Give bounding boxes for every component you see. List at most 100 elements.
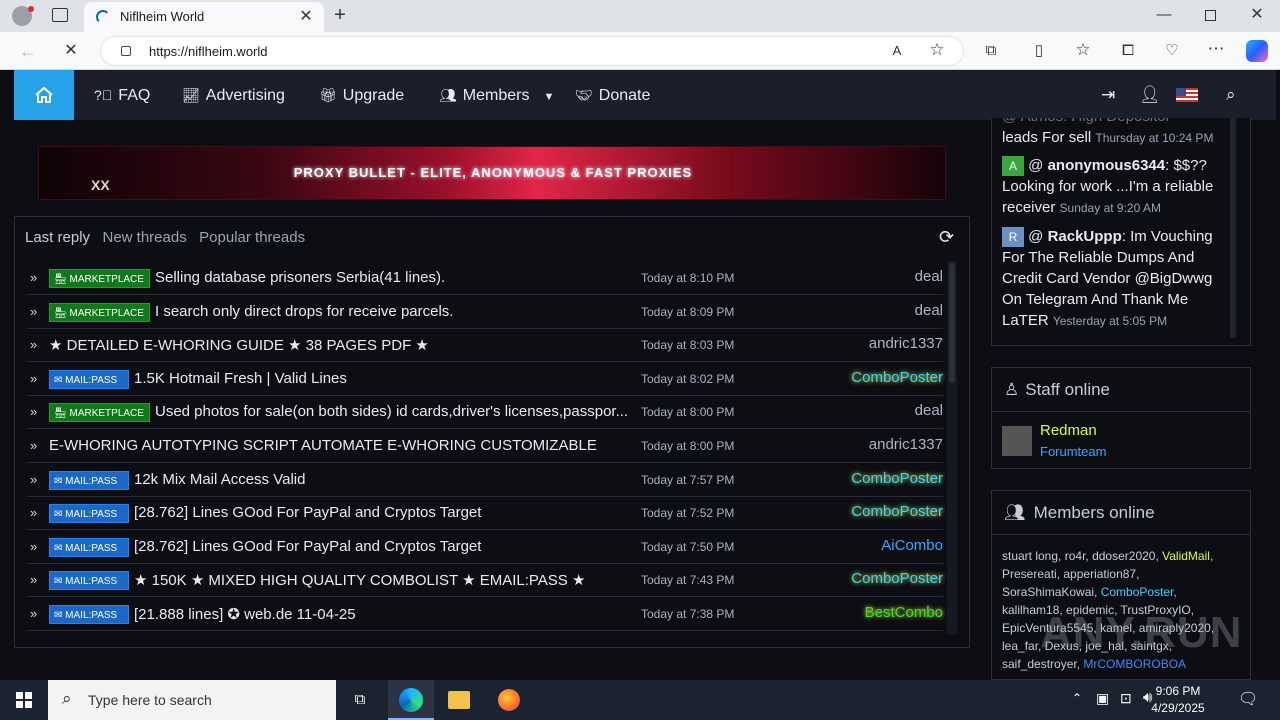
more-options-icon[interactable]: ⋯ [1206,39,1226,59]
thread-user[interactable]: ComboPoster [851,570,943,587]
login-icon[interactable]: ⇥ [1101,70,1115,120]
favorite-star-icon[interactable]: ☆ [927,40,947,60]
table-row[interactable]: » 🏪︎ MARKETPLACE Used photos for sale(on b… [27,395,943,430]
thread-user[interactable]: BestCombo [865,604,943,621]
url-text[interactable]: https://niflheim.world [149,44,268,59]
tab-last-reply[interactable]: Last reply [25,229,90,246]
thread-title[interactable]: [28.762] Lines GOod For PayPal and Crypt… [134,538,639,555]
thread-title[interactable]: 12k Mix Mail Access Valid [134,471,639,488]
extensions-icon[interactable]: ⧉ [981,41,1001,61]
nav-members[interactable]: 👥︎ Members ▼ [439,70,554,120]
thread-user[interactable]: ComboPoster [851,369,943,386]
member-name[interactable]: lea_far [1002,639,1038,653]
table-row[interactable]: » 🏪︎ MARKETPLACE I search only direct drop… [27,295,943,329]
table-row[interactable]: » ✉︎ MAIL:PASS ★ 150K ★ MIXED HIGH QUALITY… [27,563,943,598]
avatar[interactable]: R [1002,227,1024,248]
url-bar[interactable]: https://niflheim.world A ☆ [100,36,964,66]
table-row[interactable]: » ✉︎ MAIL:PASS [28.762] Lines GOod For Pay… [27,496,943,531]
table-row[interactable]: » ✉︎ MAIL:PASS 1.5K Hotmail Fresh | Valid … [27,362,943,396]
member-name[interactable]: saif_destroyer [1002,657,1077,671]
close-tab-icon[interactable]: ✕ [296,7,316,27]
table-row[interactable]: » 🏪︎ MARKETPLACE Selling database prisoner… [27,261,943,295]
edge-icon[interactable] [388,680,434,720]
loading-spinner-icon [96,10,110,24]
task-view-icon[interactable]: ⧉ [350,690,370,710]
member-name[interactable]: Presereati [1002,567,1057,581]
new-tab-icon[interactable]: + [330,5,350,25]
table-row[interactable]: » ★ DETAILED E-WHORING GUIDE ★ 38 PAGES P… [27,328,943,363]
member-name[interactable]: ddoser2020 [1092,549,1155,563]
taskbar-clock[interactable]: 9:06 PM 4/29/2025 [1140,683,1216,717]
shout-user[interactable]: anonymous6344 [1048,157,1166,174]
home-button[interactable] [14,70,74,120]
shoutbox-scrollbar[interactable] [1230,118,1236,338]
member-name[interactable]: ro4r [1065,549,1086,563]
member-name[interactable]: stuart long [1002,549,1058,563]
thread-title[interactable]: Used photos for sale(on both sides) id c… [155,403,639,420]
search-icon[interactable]: ⌕ [1226,70,1236,120]
refresh-icon[interactable]: ⟳ [939,227,954,248]
avatar[interactable] [1002,426,1032,456]
shout-user[interactable]: RackUppp [1048,228,1122,245]
ad-banner[interactable]: PROXY BULLET - ELITE, ANONYMOUS & FAST P… [38,146,946,200]
back-icon[interactable]: ← [18,41,38,61]
register-icon[interactable]: 👤︎ [1139,70,1161,120]
member-name[interactable]: MrCOMBOROBOA [1083,657,1186,671]
thread-title[interactable]: I search only direct drops for receive p… [155,303,639,320]
thread-user[interactable]: deal [915,268,943,285]
thread-user[interactable]: AiCombo [881,537,943,554]
read-aloud-icon[interactable]: A [887,41,907,61]
thread-title[interactable]: [21.888 lines] ✪ web.de 11-04-25 [134,605,639,623]
restore-icon[interactable] [1205,10,1216,21]
thread-title[interactable]: ★ 150K ★ MIXED HIGH QUALITY COMBOLIST ★ … [134,571,639,589]
file-explorer-icon[interactable] [448,691,470,709]
nav-upgrade[interactable]: 🎁︎ Upgrade [319,70,404,120]
thread-user[interactable]: deal [915,302,943,319]
split-screen-icon[interactable]: ▯ [1029,41,1049,61]
nav-donate[interactable]: 🤝︎ Donate [575,70,650,120]
thread-title[interactable]: E-WHORING AUTOTYPING SCRIPT AUTOMATE E-W… [49,437,639,454]
table-row[interactable]: » ✉︎ MAIL:PASS [21.888 lines] ✪ web.de 11-… [27,597,943,631]
avatar[interactable]: A [1002,156,1024,177]
table-row[interactable]: » ✉︎ MAIL:PASS 12k Mix Mail Access Valid To… [27,463,943,497]
thread-title[interactable]: [28.762] Lines GOod For PayPal and Crypt… [134,504,639,521]
member-name[interactable]: ComboPoster [1101,585,1174,599]
thread-user[interactable]: ComboPoster [851,470,943,487]
stop-loading-icon[interactable]: ✕ [61,41,81,61]
tray-device-icon[interactable]: ▣ [1096,690,1109,707]
thread-user[interactable]: deal [915,402,943,419]
nav-faq[interactable]: ?⃝ FAQ [94,70,150,120]
member-name[interactable]: SoraShimaKowai [1002,585,1094,599]
windows-start-icon[interactable] [16,692,32,708]
thread-title[interactable]: 1.5K Hotmail Fresh | Valid Lines [134,370,639,387]
thread-user[interactable]: andric1337 [869,335,943,352]
nav-advertising[interactable]: 📈︎ Advertising [182,70,285,120]
minimize-icon[interactable]: — [1154,5,1174,25]
collections-icon[interactable]: ⧠ [1118,41,1138,61]
thread-title[interactable]: ★ DETAILED E-WHORING GUIDE ★ 38 PAGES PD… [49,336,639,354]
tab-new-threads[interactable]: New threads [103,229,187,246]
network-icon[interactable]: ⊡ [1120,690,1132,707]
scrollbar[interactable] [947,261,957,635]
taskbar-search[interactable]: ⌕ Type here to search [48,680,336,720]
favorites-icon[interactable]: ☆ [1073,40,1093,60]
member-name[interactable]: ValidMail [1162,549,1210,563]
tab-popular-threads[interactable]: Popular threads [199,229,305,246]
close-window-icon[interactable]: ✕ [1247,5,1267,25]
thread-time: Today at 8:03 PM [641,338,735,353]
firefox-icon[interactable] [498,689,520,711]
copilot-icon[interactable] [1246,40,1268,62]
tab-actions-icon[interactable] [52,8,68,22]
us-flag-icon[interactable] [1176,88,1198,102]
member-name[interactable]: apperiation87 [1063,567,1136,581]
staff-name[interactable]: Redman [1040,422,1097,439]
table-row[interactable]: » ✉︎ MAIL:PASS [28.762] Lines GOod For Pay… [27,530,943,564]
browser-essentials-icon[interactable]: ♡ [1162,41,1182,61]
thread-user[interactable]: andric1337 [869,436,943,453]
thread-user[interactable]: ComboPoster [851,503,943,520]
tray-chevron-icon[interactable]: ⌃ [1072,691,1082,705]
table-row[interactable]: » E-WHORING AUTOTYPING SCRIPT AUTOMATE E-… [27,429,943,463]
notifications-icon[interactable]: 🗨︎ [1238,689,1258,709]
thread-title[interactable]: Selling database prisoners Serbia(41 lin… [155,269,639,286]
browser-tab[interactable]: Niflheim World ✕ [84,2,324,32]
